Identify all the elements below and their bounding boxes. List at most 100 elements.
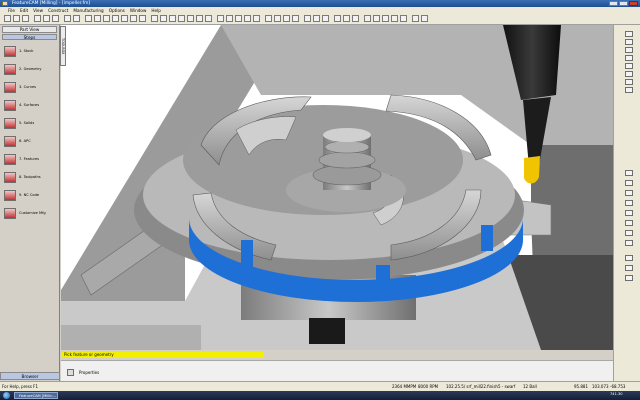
view-right-icon[interactable] [283,15,290,22]
browser-tab[interactable]: Browser [0,372,60,380]
color-icon[interactable] [343,15,350,22]
3d-viewport[interactable] [61,25,613,350]
panel-title[interactable]: Part View [2,26,57,33]
point-icon[interactable] [94,15,101,22]
menu-help[interactable]: Help [151,8,161,13]
tool-icon[interactable] [625,31,633,37]
step-icon[interactable] [625,265,633,271]
view-front-icon[interactable] [625,190,633,196]
pan-icon[interactable] [244,15,251,22]
taskbar-item[interactable]: FeatureCAM [Millin... [14,392,58,399]
help-icon[interactable] [421,15,428,22]
view-right-icon[interactable] [625,210,633,216]
view-top-icon[interactable] [265,15,272,22]
pause-icon[interactable] [196,15,203,22]
features-icon [4,153,16,165]
copy-icon[interactable] [43,15,50,22]
arc-icon[interactable] [112,15,119,22]
layer-icon[interactable] [334,15,341,22]
cut-icon[interactable] [34,15,41,22]
tool-crib-icon[interactable] [382,15,389,22]
step-label: 4. Surfaces [19,103,40,107]
save-file-icon[interactable] [22,15,29,22]
step-solids[interactable]: 5. Solids [4,114,34,132]
undo-icon[interactable] [64,15,71,22]
view-front-icon[interactable] [274,15,281,22]
measure-icon[interactable] [352,15,359,22]
fit-icon[interactable] [625,63,633,69]
step-stock[interactable]: 1. Stock [4,42,34,60]
properties-label[interactable]: Properties [79,370,99,375]
customize-icon [4,207,16,219]
step-features[interactable]: 7. Features [4,150,39,168]
minimize-button[interactable] [609,1,618,6]
target-icon[interactable] [625,71,633,77]
move-icon[interactable] [625,87,633,93]
zoom-icon[interactable] [625,39,633,45]
step-label: 5. Solids [19,121,35,125]
zoom-fit-icon[interactable] [235,15,242,22]
post-icon[interactable] [391,15,398,22]
menu-view[interactable]: View [33,8,43,13]
line-icon[interactable] [103,15,110,22]
select-icon[interactable] [85,15,92,22]
viewport-toolbox[interactable]: TOOLBOX [60,26,66,66]
spline-icon[interactable] [139,15,146,22]
step-customize-mfg[interactable]: Customize Mfg [4,204,46,222]
new-file-icon[interactable] [4,15,11,22]
menu-window[interactable]: Window [130,8,147,13]
wireframe-icon[interactable] [313,15,320,22]
step-toolpaths[interactable]: 8. Toolpaths [4,168,41,186]
stock-icon[interactable] [151,15,158,22]
view-iso-icon[interactable] [625,200,633,206]
step-label: 1. Stock [19,49,34,53]
steps-tab[interactable]: Steps [2,34,57,40]
start-button[interactable] [3,392,10,399]
stop-icon[interactable] [205,15,212,22]
feature-icon[interactable] [160,15,167,22]
menu-edit[interactable]: Edit [20,8,28,13]
rectangle-icon[interactable] [130,15,137,22]
step-nc-code[interactable]: 9. NC Code [4,186,39,204]
shade-icon[interactable] [625,170,633,176]
step-surfaces[interactable]: 4. Surfaces [4,96,39,114]
view-top-icon[interactable] [625,180,633,186]
view-left-icon[interactable] [625,240,633,246]
zoom-in-icon[interactable] [217,15,224,22]
view-bottom-icon[interactable] [625,230,633,236]
ucs-icon[interactable] [364,15,371,22]
step-geometry[interactable]: 2. Geometry [4,60,42,78]
pan-icon[interactable] [625,55,633,61]
curves-icon [4,81,16,93]
properties-icon[interactable] [67,369,74,376]
shade-icon[interactable] [304,15,311,22]
redo-icon[interactable] [73,15,80,22]
rotate-icon[interactable] [253,15,260,22]
setup-icon[interactable] [373,15,380,22]
menu-construct[interactable]: Construct [48,8,68,13]
simulate-icon[interactable] [178,15,185,22]
view-iso-icon[interactable] [292,15,299,22]
step-apc[interactable]: 6. APC [4,132,31,150]
paste-icon[interactable] [52,15,59,22]
zoom-out-icon[interactable] [226,15,233,22]
delete-icon[interactable] [625,79,633,85]
options-icon[interactable] [412,15,419,22]
open-file-icon[interactable] [13,15,20,22]
close-button[interactable] [629,1,638,6]
play-icon[interactable] [187,15,194,22]
play-icon[interactable] [625,255,633,261]
hidden-line-icon[interactable] [322,15,329,22]
toolpath-icon[interactable] [169,15,176,22]
maximize-button[interactable] [619,1,628,6]
circle-icon[interactable] [121,15,128,22]
status-operation: 102.25.5/ srf_mill22.finish5 - swarf [446,384,516,389]
rotate-icon[interactable] [625,47,633,53]
stop-icon[interactable] [625,275,633,281]
menu-manufacturing[interactable]: Manufacturing [73,8,103,13]
nc-code-icon[interactable] [400,15,407,22]
menu-file[interactable]: File [8,8,15,13]
step-curves[interactable]: 3. Curves [4,78,36,96]
menu-options[interactable]: Options [109,8,125,13]
view-back-icon[interactable] [625,220,633,226]
